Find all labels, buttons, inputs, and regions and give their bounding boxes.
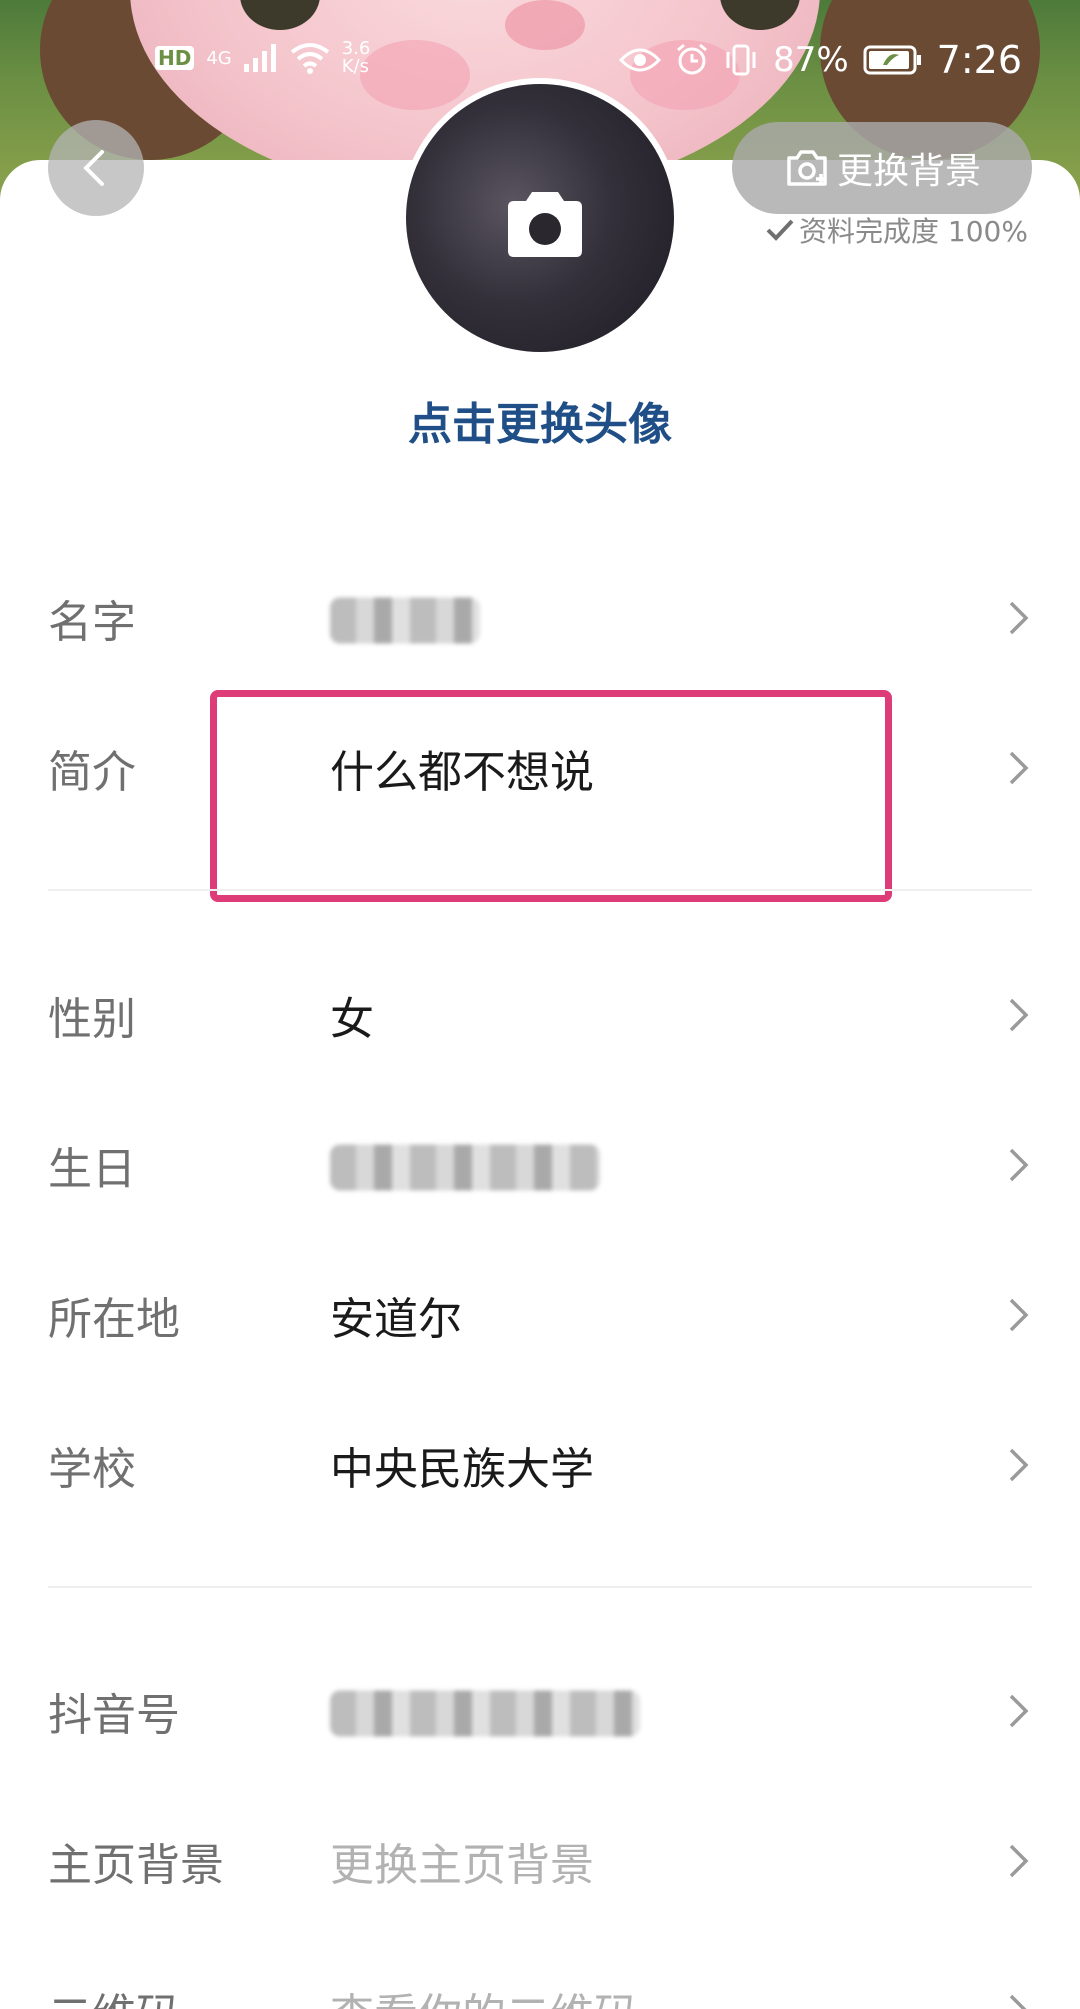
avatar-photo (406, 84, 674, 352)
douyin-id-value (330, 1686, 640, 1737)
birthday-value (330, 1140, 600, 1191)
completion-text: 资料完成度 100% (799, 215, 1028, 248)
chevron-right-icon (1009, 1148, 1029, 1182)
row-label: 二维码 (48, 1979, 180, 2009)
location-value: 安道尔 (330, 1294, 462, 1345)
blurred-value (330, 1144, 600, 1191)
chevron-left-icon (83, 150, 104, 186)
eye-icon (619, 48, 662, 72)
row-label: 所在地 (48, 1294, 180, 1345)
section-divider (48, 889, 1032, 891)
change-avatar-link[interactable]: 点击更换头像 (0, 388, 1080, 452)
avatar[interactable] (400, 78, 680, 358)
profile-row-name[interactable]: 名字 (0, 543, 1080, 693)
change-background-label: 更换背景 (836, 151, 981, 192)
row-label: 性别 (48, 994, 136, 1045)
row-label: 生日 (48, 1144, 136, 1195)
chevron-right-icon (1009, 1298, 1029, 1332)
camera-icon (508, 192, 582, 257)
section-divider (48, 1586, 1032, 1588)
back-button[interactable] (48, 120, 144, 216)
vibrate-icon (726, 44, 756, 76)
chevron-right-icon (1009, 1994, 1027, 2009)
clock: 7:26 (936, 38, 1022, 82)
profile-row-douyin-id[interactable]: 抖音号 (0, 1636, 1080, 1786)
chevron-right-icon (1009, 1844, 1029, 1878)
profile-row-school[interactable]: 学校 中央民族大学 (0, 1390, 1080, 1540)
row-label: 抖音号 (48, 1690, 180, 1741)
chevron-right-icon (1009, 751, 1029, 785)
blurred-value (330, 597, 480, 644)
chevron-right-icon (1009, 1694, 1029, 1728)
profile-edit-screen: HD 4G 3.6 K/s 87% 7:26 更换背景 资料完成度 100% 点… (0, 0, 1080, 2009)
gender-value: 女 (330, 994, 374, 1045)
profile-row-gender[interactable]: 性别 女 (0, 940, 1080, 1090)
wifi-icon (290, 43, 329, 74)
profile-row-location[interactable]: 所在地 安道尔 (0, 1240, 1080, 1390)
blurred-value (330, 1690, 640, 1737)
school-value: 中央民族大学 (330, 1444, 594, 1495)
profile-row-home-background[interactable]: 主页背景 更换主页背景 (0, 1786, 1080, 1936)
bio-highlight-box (210, 690, 892, 902)
row-label: 名字 (48, 597, 136, 648)
change-background-button[interactable]: 更换背景 (732, 122, 1032, 214)
alarm-icon (677, 43, 708, 75)
qr-code-value: 查看你的二维码 (330, 1979, 638, 2009)
camera-plus-icon (787, 150, 827, 186)
battery-icon (863, 45, 921, 75)
chevron-right-icon (1009, 1448, 1029, 1482)
chevron-right-icon (1009, 998, 1029, 1032)
signal-icon (243, 44, 276, 72)
row-label: 学校 (48, 1444, 136, 1495)
check-icon (766, 219, 794, 241)
profile-completion: 资料完成度 100% (765, 210, 1028, 250)
profile-row-qr-code[interactable]: 二维码 查看你的二维码 (0, 1936, 1080, 2009)
row-label: 简介 (48, 747, 136, 798)
network-speed: 3.6 K/s (341, 38, 371, 77)
row-label: 主页背景 (48, 1840, 224, 1891)
battery-percent: 87% (773, 40, 849, 80)
network-type: 4G (206, 47, 232, 69)
profile-row-birthday[interactable]: 生日 (0, 1090, 1080, 1240)
chevron-right-icon (1009, 601, 1029, 635)
hd-indicator: HD (155, 46, 195, 70)
home-background-value: 更换主页背景 (330, 1840, 594, 1891)
name-value (330, 593, 480, 644)
